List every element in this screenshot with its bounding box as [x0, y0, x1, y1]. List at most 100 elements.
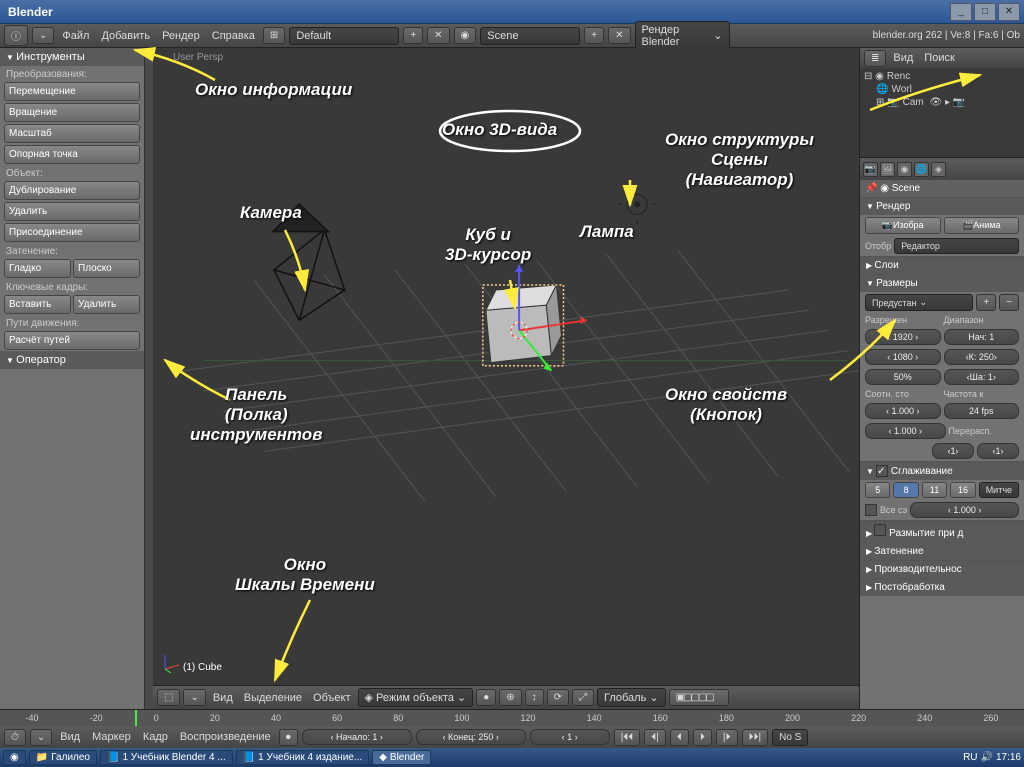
panel-post[interactable]: Постобработка [860, 579, 1024, 596]
manip-scale-icon[interactable]: ⤢ [572, 689, 594, 706]
aa-8[interactable]: 8 [893, 482, 918, 498]
minimize-button[interactable]: _ [950, 3, 972, 21]
panel-shading[interactable]: Затенение [860, 543, 1024, 560]
prop-tab-object-icon[interactable]: ◈ [931, 162, 946, 177]
tl-playback[interactable]: Воспроизведение [176, 729, 275, 745]
render-anim-button[interactable]: 🎬Анима [944, 217, 1020, 234]
manip-translate-icon[interactable]: ↕ [525, 689, 544, 706]
editor-type-icon[interactable]: ⓘ [4, 25, 28, 46]
outliner-search[interactable]: Поиск [920, 50, 958, 66]
scene-dropdown[interactable]: Scene [480, 27, 580, 45]
sync-dropdown[interactable]: No S [772, 729, 808, 746]
timeline-ruler[interactable]: -40-200204060801001201401601802002202402… [0, 710, 1024, 726]
prev-key-icon[interactable]: ⏴| [644, 729, 666, 746]
full-sample-checkbox[interactable] [865, 504, 877, 516]
display-dropdown[interactable]: Редактор [894, 238, 1019, 254]
panel-performance[interactable]: Производительнос [860, 561, 1024, 578]
scene-del[interactable]: ✕ [608, 27, 630, 44]
menu-help[interactable]: Справка [208, 28, 259, 44]
menu-add[interactable]: Добавить [97, 28, 154, 44]
tray-icon[interactable]: 🔊 [981, 752, 993, 763]
orientation-dropdown[interactable]: Глобаль ⌄ [597, 688, 666, 707]
mode-dropdown[interactable]: ◈ Режим объекта ⌄ [358, 688, 474, 707]
tools-panel-header[interactable]: Инструменты [0, 48, 144, 66]
tl-frame[interactable]: Кадр [139, 729, 172, 745]
join-button[interactable]: Присоединение [4, 223, 140, 242]
task-doc2[interactable]: 📘 1 Учебник 4 издание... [236, 750, 370, 765]
aa-filter-dropdown[interactable]: Митче [979, 482, 1019, 498]
prop-tab-layers-icon[interactable]: 🖼 [880, 162, 895, 177]
layout-add[interactable]: + [403, 27, 423, 44]
duplicate-button[interactable]: Дублирование [4, 181, 140, 200]
panel-render[interactable]: Рендер [860, 198, 1024, 215]
engine-dropdown[interactable]: Рендер Blender ⌄ [635, 21, 730, 51]
preset-dropdown[interactable]: Предустан ⌄ [865, 294, 973, 311]
outliner-view[interactable]: Вид [889, 50, 917, 66]
frame-step-field[interactable]: ‹Ша: 1› [944, 369, 1020, 385]
start-frame-field[interactable]: ‹ Начало: 1 › [302, 729, 412, 745]
flat-button[interactable]: Плоско [73, 259, 140, 278]
v3d-editor-icon[interactable]: ⬚ [157, 689, 180, 706]
operator-panel-header[interactable]: Оператор [0, 351, 144, 369]
v3d-select[interactable]: Выделение [240, 690, 306, 706]
next-key-icon[interactable]: |⏵ [716, 729, 738, 746]
calc-paths-button[interactable]: Расчёт путей [4, 331, 140, 350]
play-rev-icon[interactable]: ⏴ [670, 729, 689, 746]
preset-add[interactable]: + [976, 294, 996, 311]
aa-16[interactable]: 16 [950, 482, 975, 498]
jump-end-icon[interactable]: ⏵⏵| [742, 729, 769, 746]
smooth-button[interactable]: Гладко [4, 259, 71, 278]
end-frame-field[interactable]: ‹ Конец: 250 › [416, 729, 526, 745]
maximize-button[interactable]: □ [974, 3, 996, 21]
res-x-field[interactable]: ‹ 1920 › [865, 329, 941, 345]
scale-button[interactable]: Масштаб [4, 124, 140, 143]
view3d-area[interactable]: User Persp (1) Cube ⬚ ⌄ Вид Выделение Об… [153, 48, 859, 709]
current-frame-field[interactable]: ‹ 1 › [530, 729, 610, 745]
menu-render[interactable]: Рендер [158, 28, 204, 44]
outliner-editor-icon[interactable]: ≣ [864, 50, 886, 67]
pivot-icon[interactable]: ⊕ [499, 689, 521, 706]
layout-icon[interactable]: ⊞ [263, 27, 285, 44]
scene-icon[interactable]: ◉ [454, 27, 477, 44]
translate-button[interactable]: Перемещение [4, 82, 140, 101]
prop-tab-scene-icon[interactable]: ◉ [897, 162, 912, 177]
remove-key-button[interactable]: Удалить [73, 295, 140, 314]
layout-dropdown[interactable]: Default [289, 27, 399, 45]
outliner-item-world[interactable]: 🌐 Worl [862, 83, 1022, 96]
insert-key-button[interactable]: Вставить [4, 295, 71, 314]
manip-rotate-icon[interactable]: ⟳ [547, 689, 569, 706]
task-folder[interactable]: 📁 Галилео [29, 750, 97, 765]
v3d-collapse-icon[interactable]: ⌄ [183, 689, 205, 706]
tl-view[interactable]: Вид [56, 729, 84, 745]
prop-tab-render-icon[interactable]: 📷 [863, 162, 878, 177]
outliner-item-scene[interactable]: ⊟ ◉ Renc [862, 70, 1022, 83]
remap-new-field[interactable]: ‹1› [977, 443, 1019, 459]
tl-marker[interactable]: Маркер [88, 729, 135, 745]
rotate-button[interactable]: Вращение [4, 103, 140, 122]
frame-end-field[interactable]: ‹К: 250› [944, 349, 1020, 365]
panel-layers[interactable]: Слои [860, 257, 1024, 274]
panel-mblur[interactable]: Размытие при д [860, 521, 1024, 542]
delete-button[interactable]: Удалить [4, 202, 140, 221]
fps-field[interactable]: 24 fps [944, 403, 1020, 419]
res-pct-field[interactable]: 50% [865, 369, 941, 385]
scene-add[interactable]: + [584, 27, 604, 44]
playhead[interactable] [135, 710, 137, 726]
tool-shelf-scroll[interactable] [145, 48, 153, 709]
task-doc1[interactable]: 📘 1 Учебник Blender 4 ... [100, 750, 233, 765]
aa-5[interactable]: 5 [865, 482, 890, 498]
prop-tab-world-icon[interactable]: 🌐 [914, 162, 929, 177]
help-icon[interactable]: ⌄ [32, 27, 54, 44]
panel-antialias[interactable]: ✓ Сглаживание [860, 462, 1024, 480]
aspect-y-field[interactable]: ‹ 1.000 › [865, 423, 946, 439]
start-button[interactable]: ◉ [3, 750, 26, 765]
render-image-button[interactable]: 📷Изобра [865, 217, 941, 234]
layers-widget[interactable]: ▣▢▢▢▢ [669, 689, 729, 706]
layout-del[interactable]: ✕ [427, 27, 449, 44]
panel-dimensions[interactable]: Размеры [860, 275, 1024, 292]
preset-del[interactable]: − [999, 294, 1019, 311]
v3d-view[interactable]: Вид [209, 690, 237, 706]
remap-old-field[interactable]: ‹1› [932, 443, 974, 459]
outliner-item-camera[interactable]: ⊞ 📷 Cam 👁 ▸ 📷 [862, 96, 1022, 109]
timeline-collapse-icon[interactable]: ⌄ [30, 729, 52, 746]
